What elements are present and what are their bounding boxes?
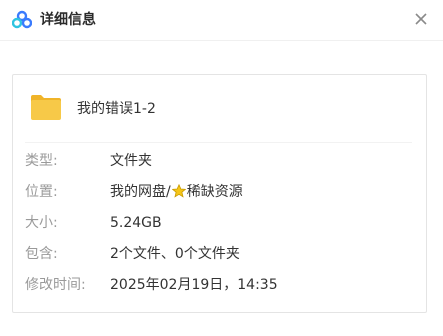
dialog-title: 详细信息	[40, 12, 96, 28]
folder-icon	[31, 95, 61, 120]
info-row-location: 位置: 我的网盘/ 稀缺资源	[13, 182, 426, 202]
info-row-type: 类型: 文件夹	[13, 151, 426, 171]
cloud-logo-icon	[12, 10, 32, 29]
details-card: 我的错误1-2 类型: 文件夹 位置: 我的网盘/ 稀缺资源 大小: 5.24G…	[12, 74, 427, 313]
header-divider	[0, 40, 443, 41]
info-row-modified: 修改时间: 2025年02月19日，14:35	[13, 275, 426, 295]
contains-label: 包含:	[25, 246, 58, 262]
info-row-contains: 包含: 2个文件、0个文件夹	[13, 244, 426, 264]
type-label: 类型:	[25, 153, 58, 169]
location-path-suffix: 稀缺资源	[186, 184, 243, 200]
modified-value: 2025年02月19日，14:35	[110, 277, 278, 293]
close-icon[interactable]	[413, 11, 429, 27]
size-label: 大小:	[25, 215, 58, 231]
size-value: 5.24GB	[110, 215, 162, 231]
file-name: 我的错误1-2	[77, 101, 156, 117]
location-path-prefix: 我的网盘/	[110, 184, 171, 200]
card-divider	[25, 142, 412, 143]
details-dialog: 详细信息 我的错误1-2 类型: 文件夹 位置: 我的网盘/ 稀缺资源 大小: …	[0, 0, 443, 336]
info-row-size: 大小: 5.24GB	[13, 213, 426, 233]
modified-label: 修改时间:	[25, 277, 86, 293]
location-label: 位置:	[25, 184, 58, 200]
dialog-header: 详细信息	[0, 0, 443, 40]
file-row: 我的错误1-2	[13, 75, 426, 141]
star-icon	[171, 184, 186, 198]
type-value: 文件夹	[110, 153, 152, 169]
contains-value: 2个文件、0个文件夹	[110, 246, 240, 262]
location-value: 我的网盘/ 稀缺资源	[110, 182, 243, 202]
